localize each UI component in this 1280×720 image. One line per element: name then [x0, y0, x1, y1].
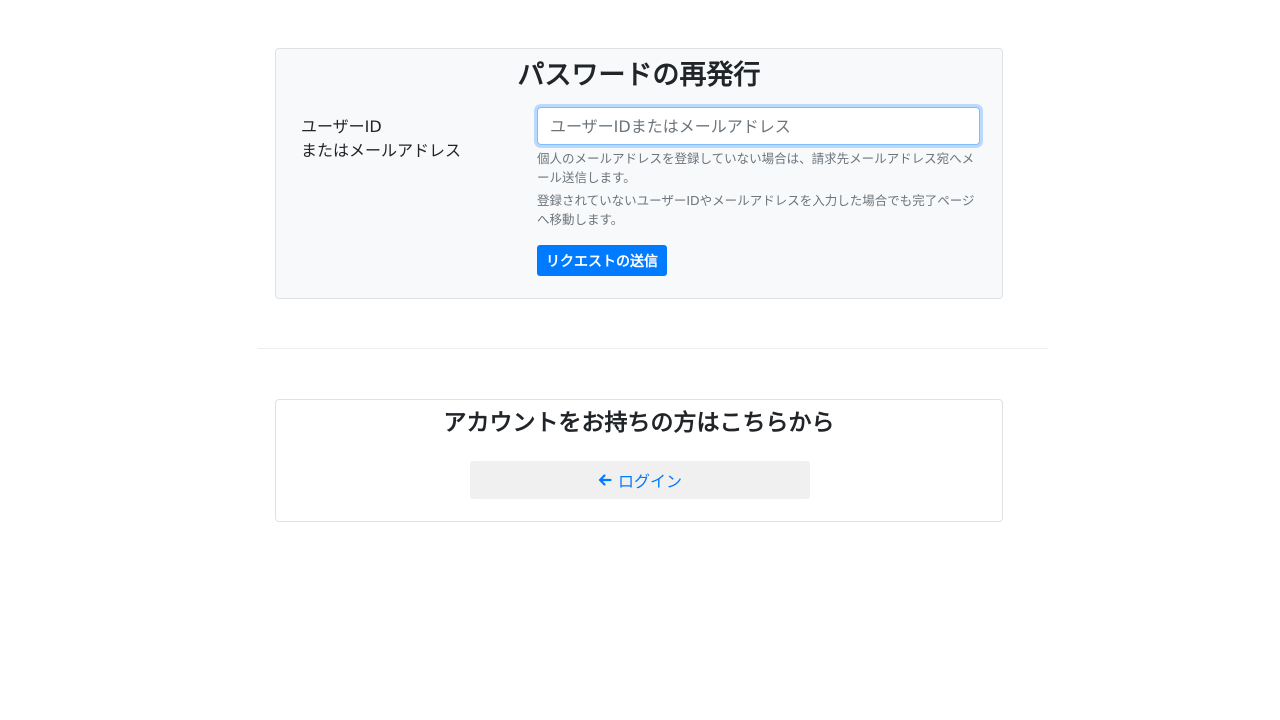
userid-input[interactable] — [537, 107, 980, 145]
login-button-label: ログイン — [617, 472, 682, 491]
arrow-left-icon — [598, 473, 612, 487]
send-request-button[interactable]: リクエストの送信 — [537, 245, 667, 276]
login-section-title: アカウントをお持ちの方はこちらから — [443, 410, 835, 436]
login-button[interactable]: ログイン — [470, 461, 810, 499]
password-reset-card: パスワードの再発行 ユーザーID またはメールアドレス 個人のメールアドレスを登… — [275, 48, 1003, 299]
userid-label: ユーザーID またはメールアドレス — [301, 115, 501, 163]
help-text-unregistered-email: 個人のメールアドレスを登録していない場合は、請求先メールアドレス宛へメール送信し… — [537, 151, 975, 185]
userid-label-line1: ユーザーID — [301, 117, 382, 136]
section-divider — [258, 348, 1048, 349]
login-card: アカウントをお持ちの方はこちらから ログイン — [275, 399, 1003, 522]
userid-label-line2: またはメールアドレス — [301, 141, 462, 160]
help-text-unregistered-id: 登録されていないユーザーIDやメールアドレスを入力した場合でも完了ページへ移動し… — [537, 193, 975, 227]
page-title: パスワードの再発行 — [517, 60, 761, 91]
